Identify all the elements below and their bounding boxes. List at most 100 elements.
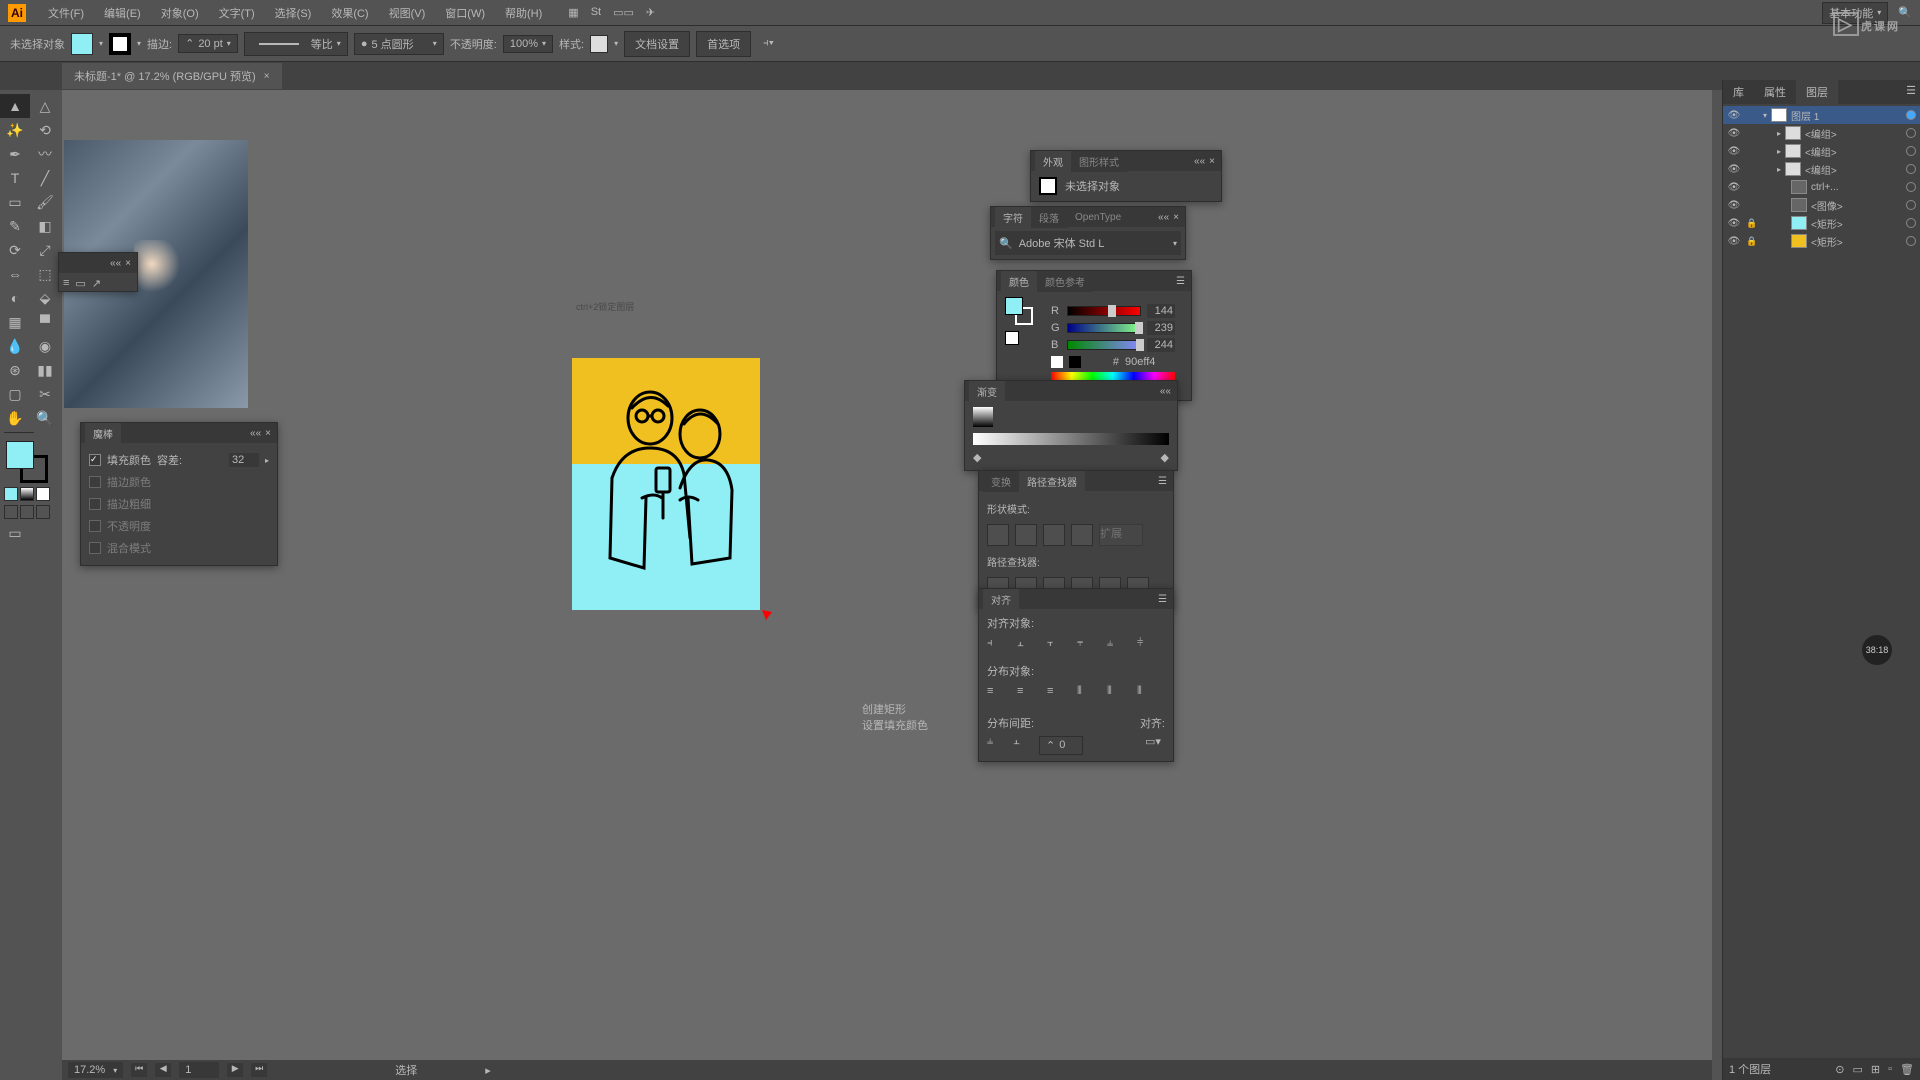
close-icon[interactable]: × [264,71,270,82]
graph-tool[interactable]: ▮▮ [30,358,60,382]
align-tab[interactable]: 对齐 [983,589,1019,610]
character-tab[interactable]: 字符 [995,207,1031,228]
delete-layer-icon[interactable]: 🗑 [1900,1063,1914,1076]
paragraph-tab[interactable]: 段落 [1031,207,1067,228]
stroke-weight-input[interactable]: ⌃20 pt▾ [178,34,238,53]
zoom-level[interactable]: 17.2%▾ [68,1062,123,1078]
zoom-tool[interactable]: 🔍 [30,406,60,430]
pathfinder-tab[interactable]: 路径查找器 [1019,471,1085,492]
libraries-tab[interactable]: 库 [1723,80,1754,104]
layer-row[interactable]: 👁ctrl+... [1723,178,1920,196]
mini-icon-1[interactable]: ≡ [63,277,69,290]
layer-row[interactable]: 👁▸<编组> [1723,142,1920,160]
locate-layer-icon[interactable]: ⊙ [1835,1063,1844,1076]
r-value[interactable]: 144 [1147,304,1175,318]
close-icon[interactable]: × [1209,156,1215,167]
search-icon[interactable]: 🔍 [1898,6,1912,19]
grad-stop-2[interactable]: ◆ [1161,451,1169,464]
collapse-icon[interactable]: «« [1158,212,1169,223]
visibility-icon[interactable]: 👁 [1727,146,1741,157]
lock-icon[interactable]: 🔒 [1745,236,1759,247]
none-swatch[interactable] [1051,356,1063,368]
visibility-icon[interactable]: 👁 [1727,236,1741,247]
layer-row[interactable]: 👁▾图层 1 [1723,106,1920,124]
blend-checkbox[interactable] [89,542,101,554]
artwork-yellow-rect[interactable] [572,358,760,464]
layer-row[interactable]: 👁🔒<矩形> [1723,232,1920,250]
exclude-button[interactable] [1071,524,1093,546]
black-swatch[interactable] [1069,356,1081,368]
slice-tool[interactable]: ✂ [30,382,60,406]
magic-wand-tab[interactable]: 魔棒 [85,423,121,444]
color-mode-none[interactable] [36,487,50,501]
eraser-tool[interactable]: ◧ [30,214,60,238]
mini-icon-3[interactable]: ↗ [92,277,101,290]
bridge-icon[interactable]: ▦ [568,6,578,19]
draw-inside[interactable] [36,505,50,519]
make-clip-icon[interactable]: ▭ [1853,1063,1863,1076]
g-value[interactable]: 239 [1147,321,1175,335]
doc-setup-button[interactable]: 文档设置 [624,31,690,57]
lock-icon[interactable]: 🔒 [1745,218,1759,229]
color-guide-tab[interactable]: 颜色参考 [1037,271,1093,292]
color-tab[interactable]: 颜色 [1001,271,1037,292]
panel-menu-icon[interactable]: ☰ [1902,80,1920,104]
visibility-icon[interactable]: 👁 [1727,110,1741,121]
perspective-tool[interactable]: ⬙ [30,286,60,310]
appearance-tab[interactable]: 外观 [1035,151,1071,172]
align-to-dd[interactable]: ▭▾ [1145,735,1165,755]
b-value[interactable]: 244 [1147,338,1175,352]
stock-icon[interactable]: St [591,6,601,19]
align-left[interactable]: ⫞ [987,637,1007,657]
align-right[interactable]: ⫟ [1047,637,1067,657]
dist-hspace[interactable]: ⫠ [1013,735,1033,755]
dist-bottom[interactable]: ≡ [1047,685,1067,705]
color-fillstroke[interactable] [1005,297,1035,327]
layer-row[interactable]: 👁▸<编组> [1723,124,1920,142]
visibility-icon[interactable]: 👁 [1727,164,1741,175]
brush-dd[interactable]: ●5 点圆形▾ [354,33,444,55]
r-slider[interactable] [1067,306,1141,316]
expand-button[interactable]: 扩展 [1099,524,1143,546]
scale-tool[interactable]: ⤢ [30,238,60,262]
nav-last[interactable]: ⏭ [251,1063,267,1077]
close-icon[interactable]: × [125,258,131,269]
stroke-profile-dd[interactable]: 等比▾ [244,32,348,56]
nav-next[interactable]: ▶ [227,1063,243,1077]
shaper-tool[interactable]: ✎ [0,214,30,238]
opacity-input[interactable]: 100%▾ [503,35,553,53]
visibility-icon[interactable]: 👁 [1727,218,1741,229]
minus-front-button[interactable] [1015,524,1037,546]
gpu-icon[interactable]: ✈ [646,6,655,19]
artboard[interactable] [572,358,760,610]
close-icon[interactable]: × [265,428,271,439]
artboard-nav[interactable]: 1 [179,1062,219,1078]
mini-icon-2[interactable]: ▭ [75,277,85,290]
menu-edit[interactable]: 编辑(E) [94,5,151,21]
free-transform-tool[interactable]: ⬚ [30,262,60,286]
canvas[interactable]: ctrl+2锁定图层 创建矩形设置填充颜色 [62,90,1712,1060]
align-vcenter[interactable]: ⫨ [1107,637,1127,657]
dist-vspace[interactable]: ⫨ [987,735,1007,755]
b-slider[interactable] [1067,340,1141,350]
menu-view[interactable]: 视图(V) [379,5,436,21]
menu-select[interactable]: 选择(S) [265,5,322,21]
menu-object[interactable]: 对象(O) [151,5,209,21]
align-artboard-icon[interactable]: ⫞▾ [763,37,774,50]
color-mode-gradient[interactable] [20,487,34,501]
draw-normal[interactable] [4,505,18,519]
collapse-icon[interactable]: «« [1194,156,1205,167]
layer-row[interactable]: 👁<图像> [1723,196,1920,214]
shape-builder-tool[interactable]: ◐ [0,286,30,310]
panel-menu-icon[interactable]: ☰ [1176,276,1185,287]
document-tab[interactable]: 未标题-1* @ 17.2% (RGB/GPU 预览) × [62,63,282,89]
pen-tool[interactable]: ✒ [0,142,30,166]
tolerance-input[interactable]: 32 [229,453,259,467]
layers-tab[interactable]: 图层 [1796,80,1838,104]
type-tool[interactable]: T [0,166,30,190]
selection-tool[interactable]: ▲ [0,94,30,118]
align-bottom[interactable]: ⫩ [1137,637,1157,657]
color-none-icon[interactable] [1005,331,1019,345]
curvature-tool[interactable]: 〰 [30,142,60,166]
dist-top[interactable]: ≡ [987,685,1007,705]
